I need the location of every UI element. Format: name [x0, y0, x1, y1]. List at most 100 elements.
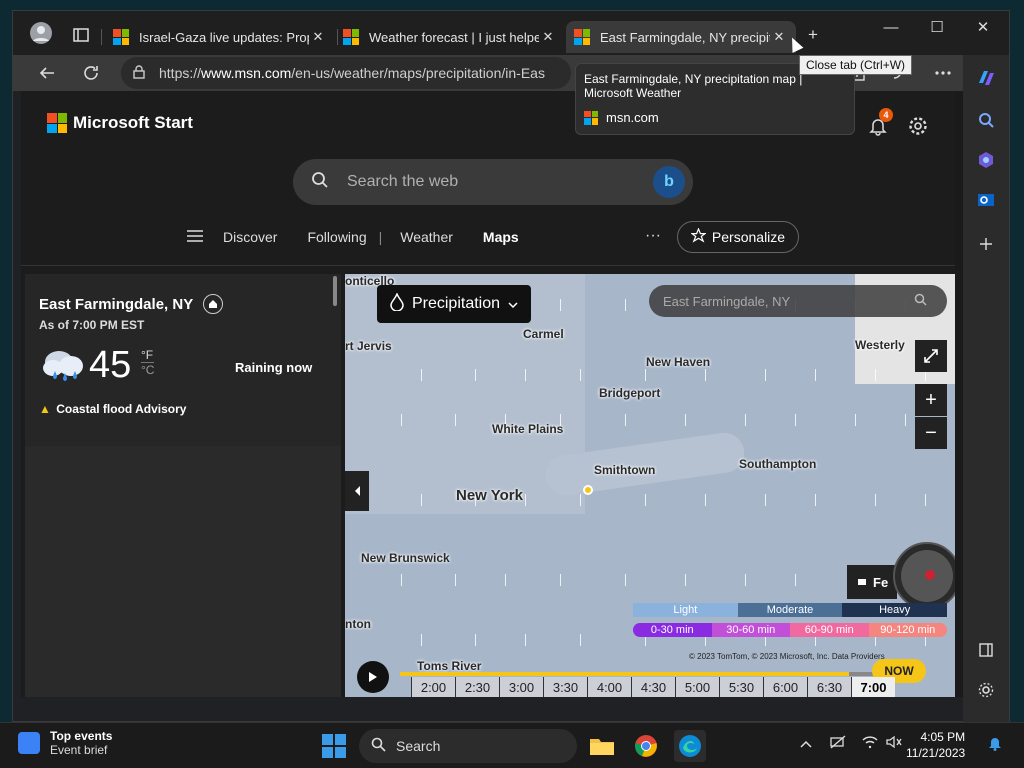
duration-legend: 0-30 min 30-60 min 60-90 min 90-120 min — [633, 623, 947, 637]
tab-actions-icon[interactable] — [67, 21, 95, 49]
microsoft-start-logo[interactable]: Microsoft Start — [47, 113, 193, 133]
home-icon[interactable] — [203, 294, 224, 314]
panel-scrollbar[interactable] — [333, 276, 337, 306]
time-tick[interactable]: 6:00 — [763, 677, 807, 697]
edge-icon[interactable] — [674, 730, 706, 762]
time-tick[interactable]: 5:00 — [675, 677, 719, 697]
layer-selector-button[interactable]: Precipitation — [377, 285, 531, 323]
time-tick[interactable]: 6:30 — [807, 677, 851, 697]
hover-card-title: East Farmingdale, NY precipitation map |… — [584, 72, 803, 100]
tab-close-icon[interactable]: ✕ — [539, 29, 557, 45]
time-tick[interactable]: 4:00 — [587, 677, 631, 697]
zoom-in-button[interactable]: + — [915, 384, 947, 416]
legend-30-60: 30-60 min — [711, 623, 790, 637]
tab-strip: Israel-Gaza live updates: Propo ✕ Weathe… — [13, 11, 1009, 55]
web-search-input[interactable]: Search the web b — [293, 159, 693, 205]
taskbar-search[interactable]: Search — [359, 729, 577, 763]
tab-east-farmingdale[interactable]: East Farmingdale, NY precipitati ✕ — [566, 21, 796, 53]
current-conditions-card[interactable]: East Farmingdale, NY As of 7:00 PM EST 4… — [25, 274, 341, 446]
radar-minimap[interactable] — [893, 542, 961, 610]
rain-drop — [580, 369, 581, 381]
time-tick[interactable]: 7:00 — [851, 677, 895, 697]
nav-discover[interactable]: Discover — [223, 229, 277, 245]
precipitation-map[interactable]: onticello rt Jervis Carmel New Haven Wes… — [345, 274, 963, 697]
rain-drop — [475, 369, 476, 381]
map-label: Southampton — [739, 457, 817, 471]
fullscreen-icon[interactable] — [915, 340, 947, 372]
battery-icon[interactable] — [830, 735, 846, 752]
notification-bell-icon[interactable] — [988, 735, 1002, 754]
split-screen-icon[interactable] — [975, 639, 997, 661]
sidebar-settings-icon[interactable] — [975, 679, 997, 701]
time-tick[interactable]: 4:30 — [631, 677, 675, 697]
tab-title: East Farmingdale, NY precipitati — [600, 29, 770, 45]
tab-close-icon[interactable]: ✕ — [770, 29, 788, 45]
widgets-button[interactable]: Top events Event brief — [18, 729, 112, 757]
new-tab-button[interactable]: + — [799, 21, 827, 49]
add-sidebar-icon[interactable] — [975, 233, 997, 255]
address-bar[interactable]: https://www.msn.com/en-us/weather/maps/p… — [121, 57, 571, 89]
time-tick[interactable]: 3:00 — [499, 677, 543, 697]
chrome-icon[interactable] — [630, 730, 662, 762]
tab-weather-forecast[interactable]: Weather forecast | I just helped ✕ — [335, 21, 565, 53]
search-icon[interactable] — [975, 109, 997, 131]
map-label: nton — [345, 617, 371, 631]
outlook-icon[interactable] — [975, 189, 997, 211]
bing-chat-icon[interactable]: b — [653, 166, 685, 198]
time-slider[interactable]: NOW 2:00 2:30 3:00 3:30 4:00 4:30 5:00 5:30 6:00… — [345, 659, 963, 697]
volume-muted-icon[interactable] — [886, 735, 902, 752]
zoom-out-button[interactable]: − — [915, 417, 947, 449]
precipitation-legend: Light Moderate Heavy 0-30 min 30-60 min … — [633, 603, 948, 637]
unit-fahrenheit[interactable]: °F — [141, 348, 154, 362]
time-tick[interactable]: 5:30 — [719, 677, 763, 697]
close-window-button[interactable]: ✕ — [961, 11, 1005, 43]
profile-icon[interactable] — [27, 19, 55, 47]
back-arrow-icon[interactable] — [33, 59, 61, 87]
unit-celsius[interactable]: °C — [141, 362, 155, 377]
maximize-button[interactable]: ☐ — [915, 11, 959, 43]
weather-alert[interactable]: ▲ Coastal flood Advisory — [39, 402, 186, 416]
page-scrollbar[interactable] — [955, 91, 963, 697]
rain-drop — [765, 494, 766, 506]
notifications-bell-icon[interactable]: 4 — [865, 108, 893, 139]
hamburger-menu-icon[interactable] — [187, 229, 203, 245]
collapse-panel-button[interactable] — [345, 471, 369, 511]
time-tick[interactable]: 2:30 — [455, 677, 499, 697]
minimize-button[interactable]: — — [869, 11, 913, 43]
unit-toggle[interactable]: °F °C — [141, 348, 155, 377]
warning-icon: ▲ — [39, 402, 51, 416]
chevron-up-icon[interactable] — [800, 735, 812, 751]
time-tick[interactable]: 2:00 — [411, 677, 455, 697]
hover-card-site: msn.com — [606, 110, 659, 125]
microsoft-favicon-icon — [343, 29, 359, 45]
windows-taskbar: Top events Event brief Search 4:05 PM 11… — [0, 722, 1024, 768]
system-clock[interactable]: 4:05 PM 11/21/2023 — [906, 729, 965, 761]
nav-maps[interactable]: Maps — [483, 229, 519, 245]
map-label: Bridgeport — [599, 386, 661, 400]
map-search-input[interactable]: East Farmingdale, NY — [649, 285, 947, 317]
settings-more-icon[interactable] — [929, 59, 957, 87]
more-options-icon[interactable]: ··· — [645, 227, 661, 245]
play-button[interactable] — [357, 661, 389, 693]
file-explorer-icon[interactable] — [586, 730, 618, 762]
windows-start-icon[interactable] — [322, 734, 346, 758]
rain-drop — [421, 369, 422, 381]
nav-following[interactable]: Following — [307, 229, 366, 245]
wifi-icon[interactable] — [862, 735, 878, 752]
feedback-button[interactable]: Fe — [847, 565, 897, 599]
search-icon — [311, 171, 329, 194]
tab-close-icon[interactable]: ✕ — [309, 29, 327, 45]
time-tick[interactable]: 3:30 — [543, 677, 587, 697]
location-marker[interactable] — [583, 485, 593, 495]
search-icon[interactable] — [914, 293, 927, 309]
tab-israel-gaza[interactable]: Israel-Gaza live updates: Propo ✕ — [105, 21, 335, 53]
refresh-icon[interactable] — [77, 59, 105, 87]
gear-icon[interactable] — [905, 113, 931, 139]
copilot-icon[interactable] — [975, 67, 997, 89]
map-label: White Plains — [492, 422, 564, 436]
nav-weather[interactable]: Weather — [400, 229, 453, 245]
rain-drop — [905, 414, 906, 426]
personalize-button[interactable]: Personalize — [677, 221, 799, 253]
rain-drop — [625, 414, 626, 426]
copilot-shopping-icon[interactable] — [975, 149, 997, 171]
